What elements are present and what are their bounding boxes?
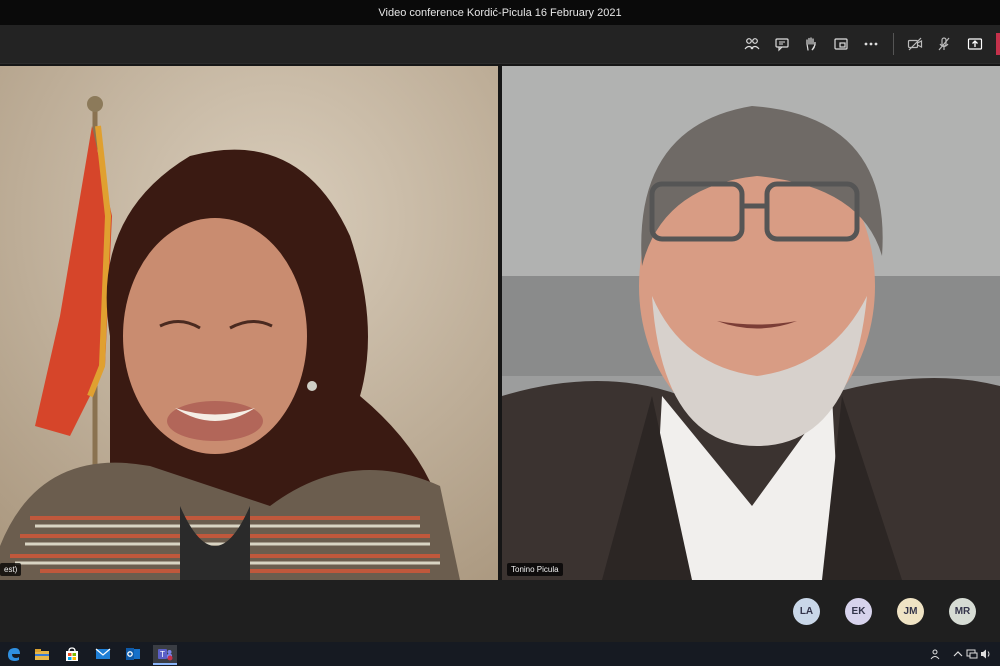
network-icon	[966, 649, 978, 659]
file-explorer-icon	[35, 649, 49, 660]
share-screen-icon	[967, 38, 983, 50]
leave-button[interactable]	[996, 33, 1000, 55]
video-tile-right: Tonino Picula	[502, 66, 1000, 580]
participant-name: Tonino Picula	[511, 565, 559, 574]
participant-name-tag: est)	[0, 563, 22, 576]
mic-off-icon	[938, 37, 950, 51]
participant-video-left	[0, 66, 498, 580]
mail-icon	[95, 648, 111, 659]
show-hidden-icons-button[interactable]	[951, 647, 965, 661]
participants-button[interactable]	[742, 34, 762, 54]
avatar[interactable]: MR	[949, 598, 976, 625]
video-stage: est) Tonino Picula	[0, 64, 1000, 580]
camera-toggle-button[interactable]	[905, 34, 925, 54]
participants-icon	[744, 38, 760, 50]
people-tray-button[interactable]	[928, 647, 942, 661]
people-icon	[930, 649, 940, 660]
chevron-up-icon	[953, 651, 963, 657]
store-button[interactable]	[63, 645, 81, 663]
raise-hand-button[interactable]	[801, 34, 821, 54]
teams-icon: T	[158, 649, 173, 661]
store-icon	[66, 647, 78, 661]
file-explorer-button[interactable]	[33, 645, 51, 663]
raise-hand-icon	[806, 37, 816, 51]
window-title: Video conference Kordić-Picula 16 Februa…	[378, 6, 622, 19]
avatar[interactable]: EK	[845, 598, 872, 625]
window-title-bar: Video conference Kordić-Picula 16 Februa…	[0, 0, 1000, 25]
outlook-icon	[126, 648, 140, 660]
chat-button[interactable]	[772, 34, 792, 54]
mic-toggle-button[interactable]	[934, 34, 954, 54]
edge-icon	[8, 648, 20, 661]
breakout-icon	[834, 38, 848, 50]
avatar[interactable]: LA	[793, 598, 820, 625]
participant-name: est)	[4, 565, 18, 574]
video-tile-left: est)	[0, 66, 498, 580]
edge-button[interactable]	[5, 645, 23, 663]
meeting-toolbar	[0, 25, 1000, 64]
participant-name-tag: Tonino Picula	[507, 563, 563, 576]
toolbar-divider	[893, 33, 894, 55]
participant-video-right	[502, 66, 1000, 580]
participant-roster: LA EK JM MR	[0, 580, 1000, 642]
chat-icon	[775, 38, 789, 52]
share-screen-button[interactable]	[965, 34, 985, 54]
teams-button[interactable]: T	[153, 645, 177, 665]
volume-tray-button[interactable]	[979, 647, 993, 661]
svg-text:T: T	[160, 650, 165, 659]
mail-button[interactable]	[94, 645, 112, 663]
breakout-rooms-button[interactable]	[831, 34, 851, 54]
outlook-button[interactable]	[124, 645, 142, 663]
more-actions-icon	[864, 42, 878, 46]
avatar[interactable]: JM	[897, 598, 924, 625]
os-taskbar: T	[0, 642, 1000, 666]
more-actions-button[interactable]	[861, 34, 881, 54]
volume-icon	[981, 649, 990, 659]
camera-off-icon	[907, 37, 923, 51]
network-tray-button[interactable]	[965, 647, 979, 661]
